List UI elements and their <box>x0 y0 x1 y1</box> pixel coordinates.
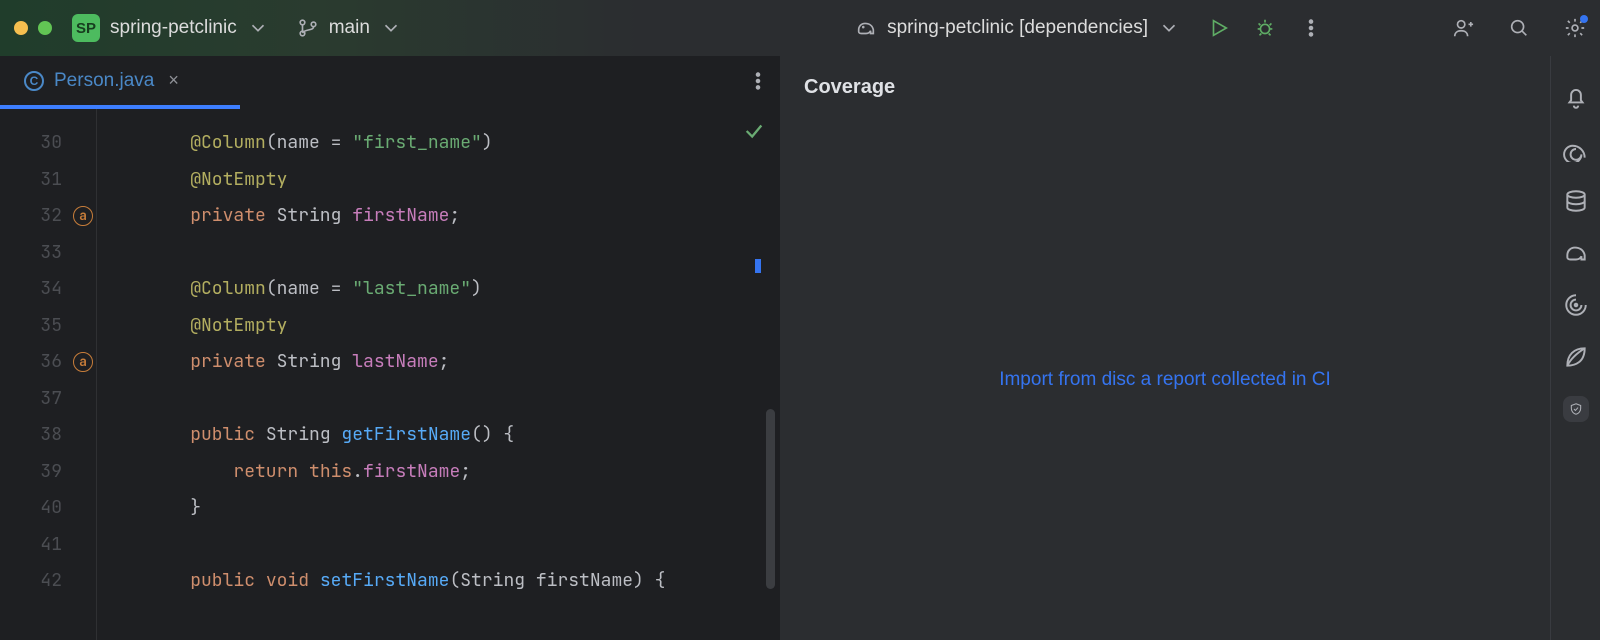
window-controls <box>14 21 52 35</box>
code-line[interactable]: @NotEmpty <box>147 162 665 199</box>
line-number: 30 <box>0 125 62 162</box>
database-icon[interactable] <box>1563 188 1589 214</box>
line-number: 33 <box>0 235 62 272</box>
editor-tabs: C Person.java × <box>0 56 779 106</box>
add-user-icon[interactable] <box>1452 17 1474 39</box>
gutter-mark <box>70 308 96 345</box>
gutter-mark <box>70 527 96 564</box>
tab-label: Person.java <box>54 70 154 92</box>
elephant-icon[interactable] <box>1563 240 1589 266</box>
tab-person-java[interactable]: C Person.java × <box>10 56 193 105</box>
gutter-mark <box>70 125 96 162</box>
a-badge[interactable]: a <box>73 206 93 226</box>
code-line[interactable]: private String firstName; <box>147 198 665 235</box>
a-badge[interactable]: a <box>73 352 93 372</box>
bell-icon[interactable] <box>1563 84 1589 110</box>
code-line[interactable]: public void setFirstName(String firstNam… <box>147 563 665 600</box>
more-vert-icon[interactable] <box>1300 17 1322 39</box>
editor-body[interactable]: 30313233343536373839404142 aa @Column(na… <box>0 109 779 640</box>
spiral-icon[interactable] <box>1563 136 1589 162</box>
gutter-mark: a <box>70 344 96 381</box>
debug-icon[interactable] <box>1254 17 1276 39</box>
code-line[interactable] <box>147 113 665 125</box>
code-line[interactable]: private String lastName; <box>147 344 665 381</box>
close-icon[interactable]: × <box>168 70 179 91</box>
elephant-icon <box>855 17 877 39</box>
chevron-down-icon <box>380 17 402 39</box>
branch-name: main <box>329 17 370 39</box>
minimap-marker <box>755 259 761 273</box>
gutter-marks: aa <box>70 109 96 640</box>
line-number: 32 <box>0 198 62 235</box>
minimize-dot[interactable] <box>14 21 28 35</box>
gutter-mark <box>70 113 96 125</box>
code-line[interactable] <box>147 235 665 272</box>
target-icon[interactable] <box>1563 292 1589 318</box>
project-selector[interactable]: SP spring-petclinic <box>72 14 269 42</box>
line-number: 38 <box>0 417 62 454</box>
line-number <box>0 113 62 125</box>
code-line[interactable]: } <box>147 490 665 527</box>
code-line[interactable] <box>147 527 665 564</box>
run-config-selector[interactable]: spring-petclinic [dependencies] <box>855 17 1180 39</box>
zoom-dot[interactable] <box>38 21 52 35</box>
coverage-panel: Coverage Import from disc a report colle… <box>780 56 1550 640</box>
code-line[interactable]: @NotEmpty <box>147 308 665 345</box>
gutter-mark <box>70 235 96 272</box>
gutter-mark <box>70 563 96 600</box>
project-name: spring-petclinic <box>110 17 237 39</box>
line-number: 34 <box>0 271 62 308</box>
gutter-mark <box>70 417 96 454</box>
branch-selector[interactable]: main <box>297 17 402 39</box>
right-tool-rail <box>1550 56 1600 640</box>
line-number: 39 <box>0 454 62 491</box>
leaf-icon[interactable] <box>1563 344 1589 370</box>
editor-pane: C Person.java × 303132333435363738394041… <box>0 56 780 640</box>
project-badge: SP <box>72 14 100 42</box>
check-icon[interactable] <box>743 119 765 156</box>
code-line[interactable]: @Column(name = "last_name") <box>147 271 665 308</box>
line-number: 37 <box>0 381 62 418</box>
code-line[interactable] <box>147 381 665 418</box>
code-line[interactable]: return this.firstName; <box>147 454 665 491</box>
scrollbar-thumb[interactable] <box>766 409 775 589</box>
shield-icon[interactable] <box>1563 396 1589 422</box>
branch-icon <box>297 17 319 39</box>
gutter-mark: a <box>70 198 96 235</box>
gutter-mark <box>70 271 96 308</box>
chevron-down-icon <box>247 17 269 39</box>
gutter-mark <box>70 454 96 491</box>
line-number: 31 <box>0 162 62 199</box>
run-config-name: spring-petclinic [dependencies] <box>887 17 1148 39</box>
gear-icon[interactable] <box>1564 17 1586 39</box>
coverage-title: Coverage <box>780 56 1550 119</box>
run-icon[interactable] <box>1208 17 1230 39</box>
code-line[interactable]: @Column(name = "first_name") <box>147 125 665 162</box>
line-number: 35 <box>0 308 62 345</box>
gutter-mark <box>70 162 96 199</box>
gutter-mark <box>70 381 96 418</box>
line-gutter: 30313233343536373839404142 <box>0 109 70 640</box>
line-number: 41 <box>0 527 62 564</box>
class-file-icon: C <box>24 71 44 91</box>
line-number: 40 <box>0 490 62 527</box>
gutter-mark <box>70 490 96 527</box>
code-area[interactable]: @Column(name = "first_name") @NotEmpty p… <box>97 109 665 640</box>
chevron-down-icon <box>1158 17 1180 39</box>
titlebar: SP spring-petclinic main spring-petclini… <box>0 0 1600 56</box>
line-number: 42 <box>0 563 62 600</box>
coverage-import-link[interactable]: Import from disc a report collected in C… <box>999 369 1331 391</box>
code-line[interactable]: public String getFirstName() { <box>147 417 665 454</box>
line-number: 36 <box>0 344 62 381</box>
search-icon[interactable] <box>1508 17 1530 39</box>
more-vert-icon[interactable] <box>747 70 769 92</box>
